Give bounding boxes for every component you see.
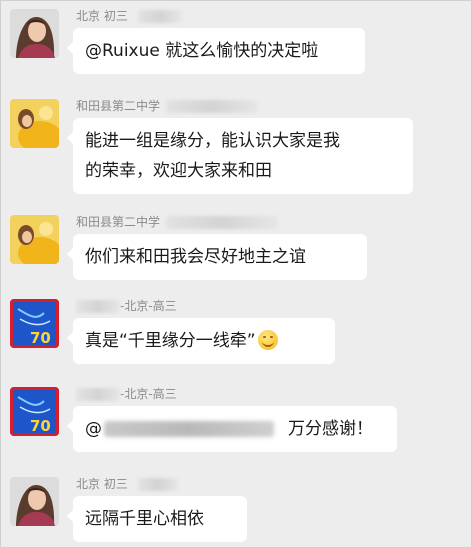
svg-text:70: 70	[30, 329, 51, 347]
mention-prefix: @	[85, 419, 102, 439]
portrait-avatar[interactable]	[10, 477, 59, 526]
sender-name: 北京 初三	[76, 8, 182, 24]
sender-name: 北京 初三	[76, 476, 178, 492]
svg-text:70: 70	[30, 417, 51, 435]
redacted-text	[137, 478, 178, 491]
redacted-text	[104, 421, 274, 437]
redacted-text	[76, 300, 120, 313]
message-text: 远隔千里心相依	[85, 509, 204, 529]
message-text-line: 的荣幸，欢迎大家来和田	[85, 161, 272, 181]
message-bubble[interactable]: 你们来和田我会尽好地主之谊	[67, 234, 367, 280]
redacted-text	[137, 10, 182, 23]
message-bubble[interactable]: @Ruixue 就这么愉快的决定啦	[67, 28, 365, 74]
yellow-dress-avatar[interactable]	[10, 99, 59, 148]
portrait-avatar[interactable]	[10, 9, 59, 58]
redacted-text	[165, 100, 258, 113]
blue-70-logo-avatar[interactable]: 70	[10, 387, 59, 436]
message-bubble[interactable]: 能进一组是缘分，能认识大家是我 的荣幸，欢迎大家来和田	[67, 118, 413, 194]
message-bubble[interactable]: 真是“千里缘分一线牵”	[67, 318, 335, 364]
redacted-text	[76, 388, 120, 401]
message-text: @Ruixue 就这么愉快的决定啦	[85, 41, 319, 61]
sender-name: 和田县第二中学	[76, 214, 278, 230]
message-text: 真是“千里缘分一线牵”	[85, 331, 256, 351]
message-text: 万分感谢！	[288, 419, 373, 439]
blue-70-logo-avatar[interactable]: 70	[10, 299, 59, 348]
message-text: 你们来和田我会尽好地主之谊	[85, 247, 306, 267]
redacted-text	[165, 216, 278, 229]
sender-name: 和田县第二中学	[76, 98, 258, 114]
sender-name: -北京-高三	[76, 386, 177, 402]
smile-emoji-icon	[257, 330, 278, 350]
yellow-dress-avatar[interactable]	[10, 215, 59, 264]
message-bubble[interactable]: 远隔千里心相依	[67, 496, 247, 542]
sender-name: -北京-高三	[76, 298, 177, 314]
message-text-line: 能进一组是缘分，能认识大家是我	[85, 131, 340, 151]
message-bubble[interactable]: @ 万分感谢！	[67, 406, 397, 452]
chat-window: 北京 初三 @Ruixue 就这么愉快的决定啦 和田县第二中学 能进一组是缘分，…	[0, 0, 472, 548]
